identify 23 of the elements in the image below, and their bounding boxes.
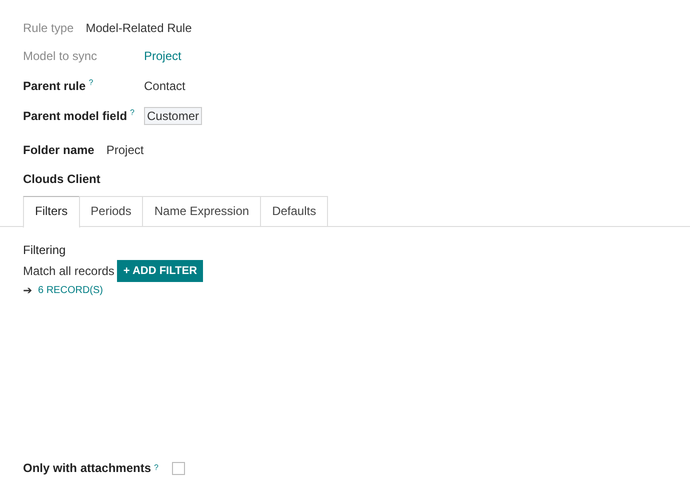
input-field[interactable]: Customer xyxy=(144,107,202,125)
add-filter-button[interactable]: + ADD FILTER xyxy=(117,260,204,282)
filtering-title: Filtering xyxy=(23,243,67,259)
tab[interactable]: Defaults xyxy=(260,196,328,226)
field-label: Model to sync xyxy=(23,49,98,63)
checkbox[interactable] xyxy=(172,462,186,474)
section-title: Clouds Client xyxy=(23,172,100,186)
field-value: Contact xyxy=(144,79,186,93)
field-label: Parent rule xyxy=(23,79,86,93)
field-link[interactable]: Project xyxy=(144,49,182,63)
records-link[interactable]: 6 RECORD(S) xyxy=(38,285,104,296)
field-label: Only with attachments xyxy=(23,461,152,475)
field-label: Rule type xyxy=(23,21,74,35)
field-label: Parent model field xyxy=(23,109,128,123)
match-text: Match all records xyxy=(23,264,114,278)
help-mark[interactable]: ? xyxy=(130,109,134,117)
arrow-icon: ➔ xyxy=(23,284,32,297)
tab[interactable]: Filters xyxy=(23,196,80,228)
field-label: Folder name xyxy=(23,143,94,157)
field-value: Model-Related Rule xyxy=(86,21,192,35)
field-value: Project xyxy=(106,143,144,157)
help-mark[interactable]: ? xyxy=(154,464,158,472)
help-mark[interactable]: ? xyxy=(88,79,94,87)
